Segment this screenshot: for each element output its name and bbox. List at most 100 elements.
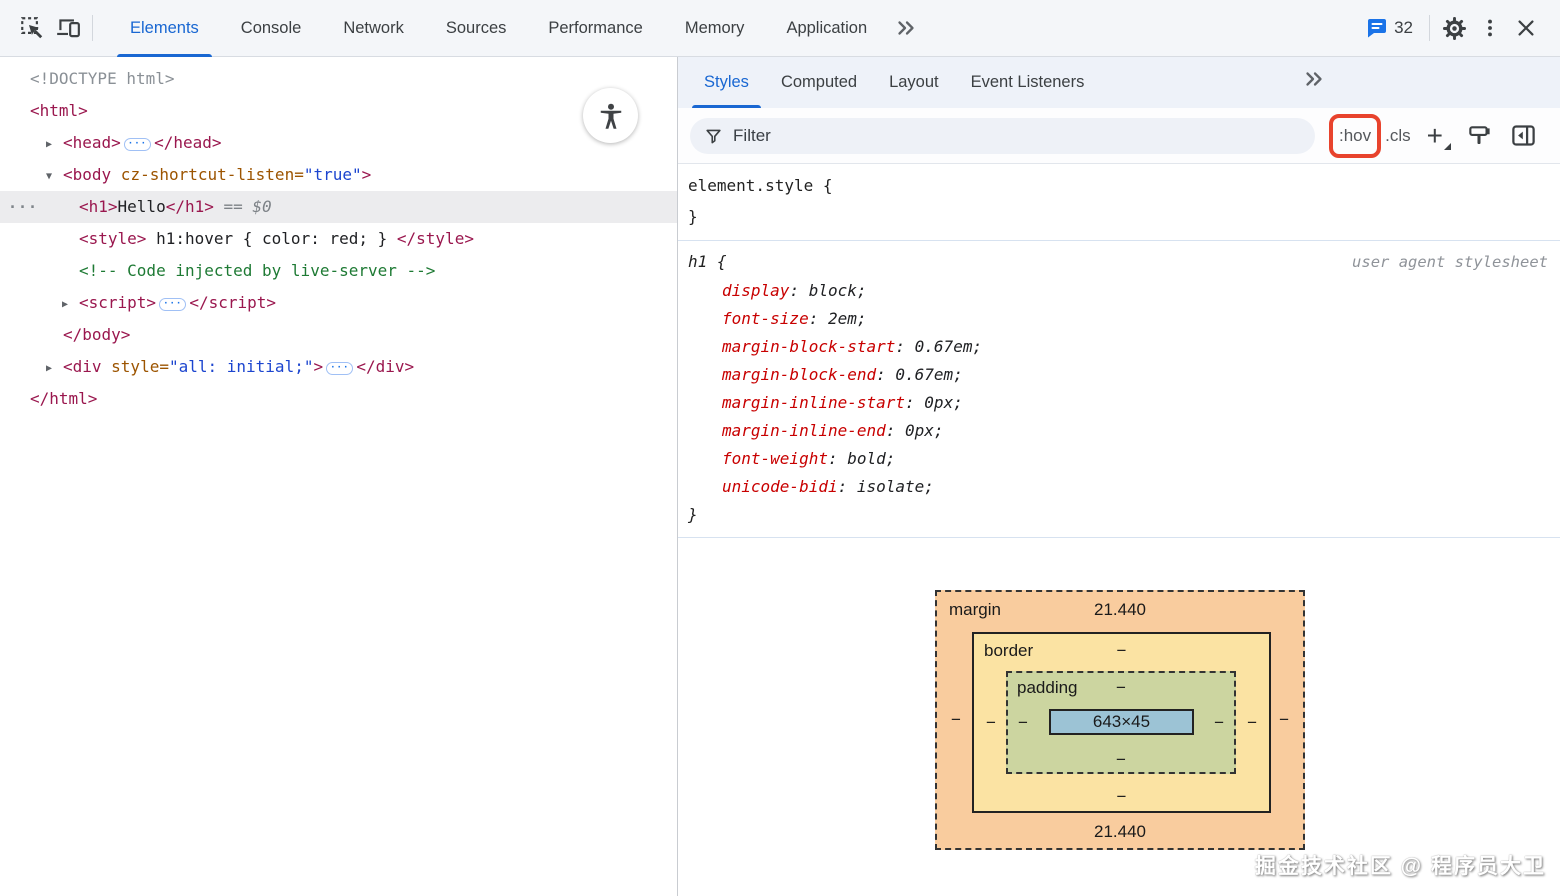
padding-top-value[interactable]: − [1116,678,1126,698]
close-icon[interactable] [1508,10,1544,46]
toolbar-separator [92,15,93,41]
border-right-value[interactable]: − [1247,713,1257,733]
main-tab-memory[interactable]: Memory [664,0,766,57]
property-name[interactable]: font-size [722,309,809,328]
css-property[interactable]: font-size: 2em; [688,305,1560,333]
property-value[interactable]: 0px; [924,393,963,412]
property-name[interactable]: margin-inline-end [722,421,886,440]
property-value[interactable]: block; [809,281,867,300]
dom-segment-tag: </head> [154,133,221,152]
rule-selector[interactable]: element.style { [688,176,833,195]
dom-tree-node[interactable]: ▶<head>···</head> [0,127,677,159]
property-name[interactable]: font-weight [722,449,828,468]
dom-segment-tag: <html> [30,101,88,120]
dom-tree-node[interactable]: <!DOCTYPE html> [0,63,677,95]
devtools-toolbar: ElementsConsoleNetworkSourcesPerformance… [0,0,1560,57]
collapsed-content-icon[interactable]: ··· [326,362,353,375]
expand-arrow-icon[interactable]: ▶ [46,353,63,385]
issues-badge[interactable]: 32 [1364,16,1413,40]
dom-tree-node[interactable]: </body> [0,319,677,351]
sidebar-tab-layout[interactable]: Layout [873,57,955,108]
css-property[interactable]: margin-inline-end: 0px; [688,417,1560,445]
dom-tree-node[interactable]: <html> [0,95,677,127]
collapsed-content-icon[interactable]: ··· [159,298,186,311]
expand-arrow-icon[interactable]: ▶ [62,289,79,321]
device-toolbar-icon[interactable] [50,10,86,46]
more-sidebar-tabs-icon[interactable] [1296,67,1332,91]
more-tabs-icon[interactable] [888,16,924,40]
property-value[interactable]: 0.67em; [915,337,982,356]
property-value[interactable]: isolate; [857,477,934,496]
node-more-actions-icon[interactable]: ··· [8,191,38,223]
margin-right-value[interactable]: − [1279,710,1289,730]
css-property[interactable]: margin-block-start: 0.67em; [688,333,1560,361]
property-value[interactable]: 0.67em; [895,365,962,384]
box-model-margin[interactable]: margin 21.440 21.440 − − border − − − − … [935,590,1305,850]
rule-selector[interactable]: h1 { [688,252,727,271]
margin-left-value[interactable]: − [951,710,961,730]
accessibility-widget-button[interactable] [583,88,638,143]
css-property[interactable]: margin-block-end: 0.67em; [688,361,1560,389]
property-name[interactable]: margin-block-end [722,365,876,384]
dom-tree-node[interactable]: <style> h1:hover { color: red; } </style… [0,223,677,255]
dom-tree-node[interactable]: ▶<script>···</script> [0,287,677,319]
sidebar-tab-event-listeners[interactable]: Event Listeners [955,57,1101,108]
css-property[interactable]: unicode-bidi: isolate; [688,473,1560,501]
main-tab-elements[interactable]: Elements [109,0,220,57]
element-classes-button[interactable]: .cls [1385,126,1411,146]
border-top-value[interactable]: − [1117,641,1127,661]
margin-bottom-value[interactable]: 21.440 [1094,822,1146,842]
box-model-content[interactable]: 643×45 [1049,709,1194,735]
settings-gear-icon[interactable] [1436,10,1472,46]
filter-input[interactable] [733,126,1301,146]
elements-dom-tree: <!DOCTYPE html><html>▶<head>···</head>▼<… [0,57,678,896]
padding-bottom-value[interactable]: − [1116,750,1126,770]
property-name[interactable]: margin-inline-start [722,393,905,412]
css-property[interactable]: font-weight: bold; [688,445,1560,473]
main-tab-network[interactable]: Network [322,0,425,57]
dom-tree-node[interactable]: ···<h1>Hello</h1> == $0 [0,191,677,223]
sidebar-tab-computed[interactable]: Computed [765,57,873,108]
sidebar-tab-styles[interactable]: Styles [688,57,765,108]
toggle-element-state-button[interactable]: :hov [1339,126,1371,146]
dom-tree-node[interactable]: ▼<body cz-shortcut-listen="true"> [0,159,677,191]
collapse-arrow-icon[interactable]: ▼ [46,161,63,193]
kebab-menu-icon[interactable] [1472,10,1508,46]
padding-right-value[interactable]: − [1214,713,1224,733]
new-style-rule-button[interactable]: + [1423,126,1447,146]
main-tab-performance[interactable]: Performance [527,0,663,57]
dom-tree-node[interactable]: </html> [0,383,677,415]
expand-arrow-icon[interactable]: ▶ [46,129,63,161]
style-filter-field[interactable] [690,118,1315,154]
main-tab-application[interactable]: Application [765,0,888,57]
hov-highlight-annotation: :hov [1329,114,1381,158]
css-rules-list: element.style {}h1 {user agent styleshee… [678,164,1560,538]
toolbar-separator [1429,15,1430,41]
dom-tree-node[interactable]: <!-- Code injected by live-server --> [0,255,677,287]
content-size: 643×45 [1093,712,1150,732]
styles-tab-strip: StylesComputedLayoutEvent Listeners [678,57,1560,108]
padding-left-value[interactable]: − [1018,713,1028,733]
dom-segment-comment: <!-- Code injected by live-server --> [79,261,435,280]
rendering-emulation-icon[interactable] [1466,123,1492,149]
dom-segment-tag: <head> [63,133,121,152]
property-name[interactable]: unicode-bidi [722,477,838,496]
css-property[interactable]: margin-inline-start: 0px; [688,389,1560,417]
property-value[interactable]: bold; [847,449,895,468]
box-model-border[interactable]: border − − − − padding − − − − 643×45 [972,632,1271,813]
border-left-value[interactable]: − [986,713,996,733]
property-name[interactable]: margin-block-start [722,337,895,356]
main-tab-console[interactable]: Console [220,0,323,57]
toggle-sidebar-icon[interactable] [1510,122,1537,149]
collapsed-content-icon[interactable]: ··· [124,138,151,151]
property-name[interactable]: display [722,281,789,300]
dom-tree-node[interactable]: ▶<div style="all: initial;">···</div> [0,351,677,383]
margin-top-value[interactable]: 21.440 [1094,600,1146,620]
css-property[interactable]: display: block; [688,277,1560,305]
property-value[interactable]: 2em; [828,309,867,328]
property-value[interactable]: 0px; [905,421,944,440]
box-model-padding[interactable]: padding − − − − 643×45 [1006,671,1236,774]
border-bottom-value[interactable]: − [1117,787,1127,807]
inspect-icon[interactable] [14,10,50,46]
main-tab-sources[interactable]: Sources [425,0,528,57]
